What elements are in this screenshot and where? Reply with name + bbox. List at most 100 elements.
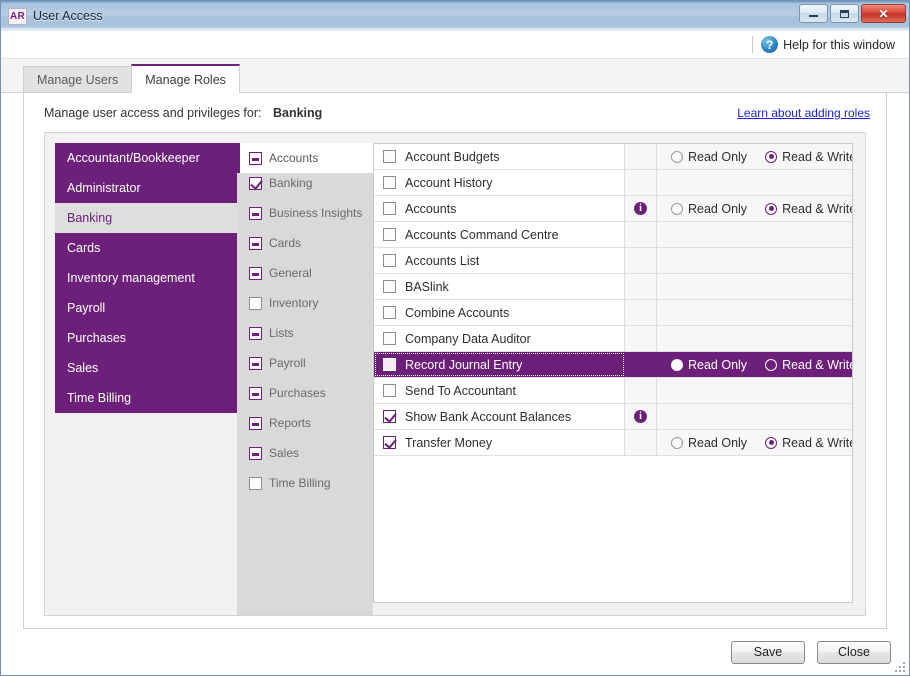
role-item[interactable]: Cards: [55, 233, 237, 263]
category-item[interactable]: Payroll: [237, 348, 373, 378]
minimize-button[interactable]: [799, 4, 828, 23]
checkbox-icon[interactable]: [249, 151, 262, 165]
role-item[interactable]: Administrator: [55, 173, 237, 203]
role-item[interactable]: Purchases: [55, 323, 237, 353]
question-mark-icon[interactable]: ?: [761, 36, 779, 53]
checkbox-icon[interactable]: [249, 326, 262, 340]
feature-cell[interactable]: Send To Accountant: [374, 378, 625, 403]
feature-cell[interactable]: BASlink: [374, 274, 625, 299]
checkbox-icon[interactable]: [383, 202, 396, 215]
role-item[interactable]: Accountant/Bookkeeper: [55, 143, 237, 173]
category-item[interactable]: Business Insights: [237, 198, 373, 228]
feature-cell[interactable]: Accounts List: [374, 248, 625, 273]
checkbox-icon[interactable]: [249, 206, 262, 220]
save-button[interactable]: Save: [731, 640, 805, 664]
role-item[interactable]: Time Billing: [55, 383, 237, 413]
checkbox-icon[interactable]: [383, 410, 396, 423]
radio-read-only[interactable]: Read Only: [671, 358, 747, 372]
role-item[interactable]: Sales: [55, 353, 237, 383]
feature-cell[interactable]: Show Bank Account Balances: [374, 404, 625, 429]
tabstrip: Manage Users Manage Roles: [1, 59, 909, 93]
maximize-button[interactable]: [830, 4, 859, 23]
checkbox-icon[interactable]: [249, 416, 262, 430]
table-row[interactable]: Account History: [374, 170, 852, 196]
checkbox-icon[interactable]: [383, 358, 396, 371]
tab-manage-users[interactable]: Manage Users: [23, 66, 133, 92]
category-item[interactable]: Inventory: [237, 288, 373, 318]
table-row[interactable]: BASlink: [374, 274, 852, 300]
feature-cell[interactable]: Company Data Auditor: [374, 326, 625, 351]
category-item[interactable]: Cards: [237, 228, 373, 258]
close-button[interactable]: ✕: [861, 4, 906, 23]
checkbox-icon[interactable]: [383, 228, 396, 241]
table-row[interactable]: Company Data Auditor: [374, 326, 852, 352]
feature-cell[interactable]: Accounts: [374, 196, 625, 221]
radio-read-write[interactable]: Read & Write: [765, 202, 852, 216]
radio-read-only-dot[interactable]: [671, 436, 683, 449]
help-for-this-window-link[interactable]: Help for this window: [783, 38, 895, 52]
feature-cell[interactable]: Accounts Command Centre: [374, 222, 625, 247]
role-item[interactable]: Banking: [55, 203, 237, 233]
table-row[interactable]: Accounts Command Centre: [374, 222, 852, 248]
checkbox-icon[interactable]: [249, 386, 262, 400]
table-row[interactable]: Send To Accountant: [374, 378, 852, 404]
radio-read-write-dot[interactable]: [765, 436, 778, 449]
table-row[interactable]: Show Bank Account Balances i: [374, 404, 852, 430]
table-row[interactable]: Record Journal Entry Read Only Read & Writ…: [374, 352, 852, 378]
radio-read-write[interactable]: Read & Write: [765, 150, 852, 164]
checkbox-icon[interactable]: [249, 176, 262, 190]
radio-read-write-dot[interactable]: [765, 358, 778, 371]
checkbox-icon[interactable]: [383, 280, 396, 293]
checkbox-icon[interactable]: [383, 384, 396, 397]
radio-read-only-dot[interactable]: [671, 358, 683, 371]
radio-read-only[interactable]: Read Only: [671, 150, 747, 164]
radio-read-only-dot[interactable]: [671, 150, 683, 163]
checkbox-icon[interactable]: [249, 266, 262, 280]
table-row[interactable]: Transfer Money Read Only Read & Write: [374, 430, 852, 456]
info-icon[interactable]: i: [634, 410, 647, 423]
feature-cell[interactable]: Record Journal Entry: [374, 352, 625, 377]
category-item[interactable]: Reports: [237, 408, 373, 438]
table-row[interactable]: Accounts i Read Only Read & Write: [374, 196, 852, 222]
radio-read-write[interactable]: Read & Write: [765, 436, 852, 450]
close-dialog-button[interactable]: Close: [817, 640, 891, 664]
role-item[interactable]: Inventory management: [55, 263, 237, 293]
checkbox-icon[interactable]: [383, 254, 396, 267]
checkbox-icon[interactable]: [249, 476, 262, 490]
checkbox-icon[interactable]: [383, 306, 396, 319]
checkbox-icon[interactable]: [249, 446, 262, 460]
category-item[interactable]: General: [237, 258, 373, 288]
radio-read-write-dot[interactable]: [765, 202, 778, 215]
checkbox-icon[interactable]: [383, 436, 396, 449]
table-row[interactable]: Account Budgets Read Only Read & Write: [374, 144, 852, 170]
help-strip: ? Help for this window: [1, 31, 909, 59]
info-icon[interactable]: i: [634, 202, 647, 215]
category-item[interactable]: Purchases: [237, 378, 373, 408]
radio-read-only-dot[interactable]: [671, 202, 683, 215]
role-item[interactable]: Payroll: [55, 293, 237, 323]
radio-read-write[interactable]: Read & Write: [765, 358, 852, 372]
checkbox-icon[interactable]: [383, 150, 396, 163]
table-row[interactable]: Accounts List: [374, 248, 852, 274]
learn-about-adding-roles-link[interactable]: Learn about adding roles: [737, 106, 870, 120]
checkbox-icon[interactable]: [383, 176, 396, 189]
radio-read-only[interactable]: Read Only: [671, 436, 747, 450]
tab-manage-roles[interactable]: Manage Roles: [131, 64, 240, 93]
feature-cell[interactable]: Account History: [374, 170, 625, 195]
checkbox-icon[interactable]: [249, 236, 262, 250]
checkbox-icon[interactable]: [249, 356, 262, 370]
category-item[interactable]: Sales: [237, 438, 373, 468]
checkbox-icon[interactable]: [383, 332, 396, 345]
category-item[interactable]: Lists: [237, 318, 373, 348]
feature-cell[interactable]: Account Budgets: [374, 144, 625, 169]
permission-cell: Read Only Read & Write: [657, 352, 852, 377]
radio-read-only[interactable]: Read Only: [671, 202, 747, 216]
category-item[interactable]: Accounts: [237, 143, 373, 173]
feature-cell[interactable]: Combine Accounts: [374, 300, 625, 325]
table-row[interactable]: Combine Accounts: [374, 300, 852, 326]
resize-grip[interactable]: [893, 660, 905, 672]
feature-cell[interactable]: Transfer Money: [374, 430, 625, 455]
radio-read-write-dot[interactable]: [765, 150, 778, 163]
category-item[interactable]: Time Billing: [237, 468, 373, 498]
checkbox-icon[interactable]: [249, 296, 262, 310]
